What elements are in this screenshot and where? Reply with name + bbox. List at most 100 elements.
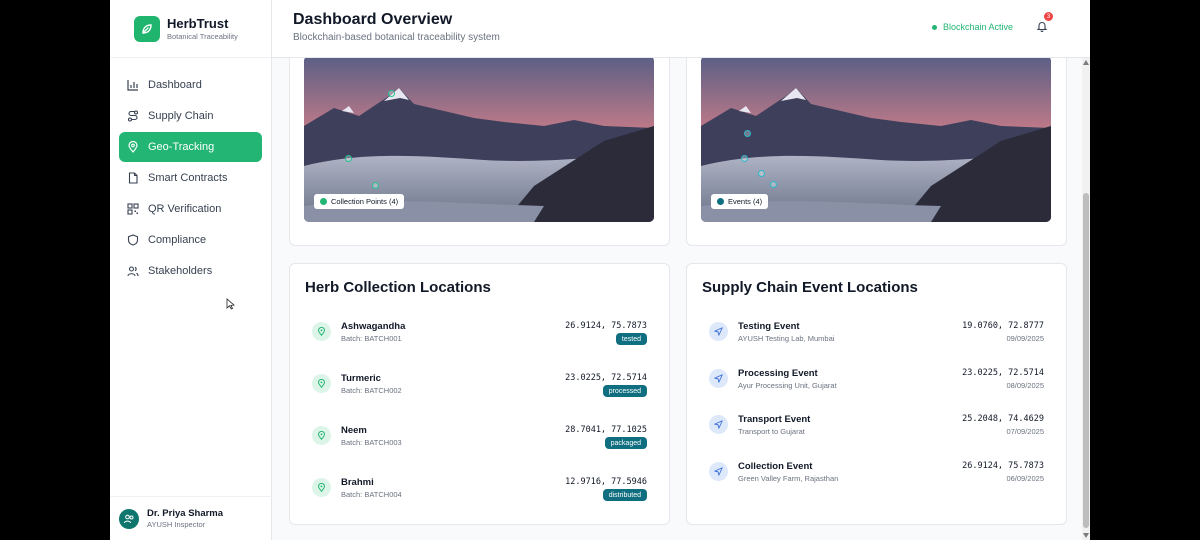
sidebar-item-supply-chain[interactable]: Supply Chain bbox=[119, 101, 262, 131]
users-icon bbox=[127, 265, 139, 277]
list-item[interactable]: Collection Event Green Valley Farm, Raja… bbox=[702, 458, 1052, 498]
coordinates: 25.2048, 74.4629 bbox=[962, 414, 1044, 424]
coordinates: 12.9716, 77.5946 bbox=[565, 477, 647, 487]
bell-icon[interactable] bbox=[1036, 20, 1048, 32]
map-marker[interactable] bbox=[758, 170, 765, 177]
vertical-scrollbar[interactable] bbox=[1082, 58, 1090, 540]
sidebar-nav: Dashboard Supply Chain Geo-Tracking Smar… bbox=[110, 58, 271, 286]
user-name: Dr. Priya Sharma bbox=[147, 508, 224, 519]
map-marker[interactable] bbox=[388, 90, 395, 97]
status-badge: processed bbox=[602, 385, 647, 397]
event-date: 09/09/2025 bbox=[1006, 334, 1044, 343]
brand-subtitle: Botanical Traceability bbox=[167, 32, 238, 41]
coordinates: 19.0760, 72.8777 bbox=[962, 321, 1044, 331]
sidebar-item-label: Supply Chain bbox=[148, 110, 214, 122]
coordinates: 23.0225, 72.5714 bbox=[962, 368, 1044, 378]
list-item[interactable]: Processing Event Ayur Processing Unit, G… bbox=[702, 365, 1052, 405]
sidebar-item-label: Smart Contracts bbox=[148, 172, 228, 184]
list-item[interactable]: Brahmi Batch: BATCH004 12.9716, 77.5946 … bbox=[305, 474, 655, 514]
sidebar-item-label: Dashboard bbox=[148, 79, 202, 91]
batch-id: Batch: BATCH001 bbox=[341, 334, 402, 343]
route-icon bbox=[127, 110, 139, 122]
batch-id: Batch: BATCH003 bbox=[341, 438, 402, 447]
list-item[interactable]: Turmeric Batch: BATCH002 23.0225, 72.571… bbox=[305, 370, 655, 410]
scrollbar-thumb[interactable] bbox=[1083, 193, 1089, 528]
navigation-arrow-icon bbox=[709, 322, 728, 341]
event-date: 06/09/2025 bbox=[1006, 474, 1044, 483]
document-icon bbox=[127, 172, 139, 184]
map-pin-icon bbox=[127, 141, 139, 153]
event-name: Processing Event bbox=[738, 368, 818, 379]
card-title: Supply Chain Event Locations bbox=[702, 279, 918, 296]
batch-id: Batch: BATCH004 bbox=[341, 490, 402, 499]
brand: HerbTrust Botanical Traceability bbox=[110, 0, 271, 58]
collection-map-card: Collection Points (4) bbox=[289, 58, 670, 246]
map-marker[interactable] bbox=[372, 182, 379, 189]
topbar: Dashboard Overview Blockchain-based bota… bbox=[272, 0, 1090, 58]
map-marker[interactable] bbox=[741, 155, 748, 162]
sidebar-item-stakeholders[interactable]: Stakeholders bbox=[119, 256, 262, 286]
content-scroll-area: Collection Points (4) Events (4) Herb Co… bbox=[272, 58, 1082, 540]
scroll-down-arrow-icon[interactable] bbox=[1083, 533, 1089, 538]
coordinates: 23.0225, 72.5714 bbox=[565, 373, 647, 383]
list-item[interactable]: Testing Event AYUSH Testing Lab, Mumbai … bbox=[702, 318, 1052, 358]
main-area: Dashboard Overview Blockchain-based bota… bbox=[272, 0, 1090, 540]
herb-collection-card: Herb Collection Locations Ashwagandha Ba… bbox=[289, 263, 670, 525]
card-title: Herb Collection Locations bbox=[305, 279, 491, 296]
navigation-arrow-icon bbox=[709, 462, 728, 481]
navigation-arrow-icon bbox=[709, 415, 728, 434]
app-window: HerbTrust Botanical Traceability Dashboa… bbox=[110, 0, 1090, 540]
map-pin-icon bbox=[312, 426, 331, 445]
coordinates: 28.7041, 77.1025 bbox=[565, 425, 647, 435]
collection-map[interactable]: Collection Points (4) bbox=[304, 58, 654, 222]
map-marker[interactable] bbox=[744, 130, 751, 137]
brand-name: HerbTrust bbox=[167, 16, 229, 31]
event-location: Green Valley Farm, Rajasthan bbox=[738, 474, 839, 483]
events-map[interactable]: Events (4) bbox=[701, 58, 1051, 222]
bar-chart-icon bbox=[127, 79, 139, 91]
herb-name: Brahmi bbox=[341, 477, 374, 488]
event-location: AYUSH Testing Lab, Mumbai bbox=[738, 334, 835, 343]
qr-code-icon bbox=[127, 203, 139, 215]
sidebar-item-compliance[interactable]: Compliance bbox=[119, 225, 262, 255]
user-profile[interactable]: Dr. Priya Sharma AYUSH Inspector bbox=[110, 496, 272, 540]
sidebar: HerbTrust Botanical Traceability Dashboa… bbox=[110, 0, 272, 540]
page-title: Dashboard Overview bbox=[293, 11, 453, 28]
list-item[interactable]: Ashwagandha Batch: BATCH001 26.9124, 75.… bbox=[305, 318, 655, 358]
status-badge: tested bbox=[615, 333, 647, 345]
avatar bbox=[119, 508, 139, 529]
notification-badge: 3 bbox=[1044, 12, 1053, 21]
sidebar-item-label: Compliance bbox=[148, 234, 207, 246]
legend-dot-icon bbox=[320, 198, 327, 205]
coordinates: 26.9124, 75.7873 bbox=[962, 461, 1044, 471]
mouse-cursor-icon bbox=[226, 298, 235, 310]
sidebar-item-geo-tracking[interactable]: Geo-Tracking bbox=[119, 132, 262, 162]
sidebar-item-qr-verification[interactable]: QR Verification bbox=[119, 194, 262, 224]
herb-name: Ashwagandha bbox=[341, 321, 406, 332]
user-role: AYUSH Inspector bbox=[147, 520, 206, 529]
page-subtitle: Blockchain-based botanical traceability … bbox=[293, 32, 500, 43]
list-item[interactable]: Neem Batch: BATCH003 28.7041, 77.1025 pa… bbox=[305, 422, 655, 462]
event-name: Transport Event bbox=[738, 414, 811, 425]
sidebar-item-smart-contracts[interactable]: Smart Contracts bbox=[119, 163, 262, 193]
herb-name: Turmeric bbox=[341, 373, 381, 384]
event-date: 07/09/2025 bbox=[1006, 427, 1044, 436]
map-marker[interactable] bbox=[770, 181, 777, 188]
event-date: 08/09/2025 bbox=[1006, 381, 1044, 390]
batch-id: Batch: BATCH002 bbox=[341, 386, 402, 395]
navigation-arrow-icon bbox=[709, 369, 728, 388]
event-name: Testing Event bbox=[738, 321, 800, 332]
status-badge: distributed bbox=[602, 489, 647, 501]
leaf-icon bbox=[134, 15, 160, 42]
event-location: Ayur Processing Unit, Gujarat bbox=[738, 381, 837, 390]
map-legend-label: Events (4) bbox=[728, 197, 763, 206]
sidebar-item-dashboard[interactable]: Dashboard bbox=[119, 70, 262, 100]
list-item[interactable]: Transport Event Transport to Gujarat 25.… bbox=[702, 411, 1052, 451]
scroll-up-arrow-icon[interactable] bbox=[1083, 60, 1089, 65]
status-dot-icon bbox=[932, 24, 937, 30]
map-legend: Events (4) bbox=[711, 194, 769, 209]
map-marker[interactable] bbox=[345, 155, 352, 162]
status-text: Blockchain Active bbox=[943, 22, 1014, 32]
event-name: Collection Event bbox=[738, 461, 813, 472]
sidebar-item-label: Geo-Tracking bbox=[148, 141, 215, 153]
